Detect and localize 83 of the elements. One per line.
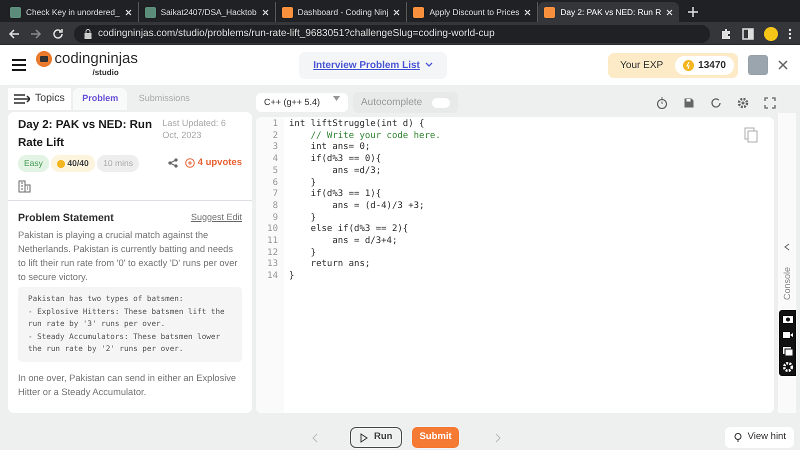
- line-number: 11: [266, 236, 278, 248]
- problem-description: In one over, Pakistan can send in either an Explosive Hitter or a Steady Accumulator.: [18, 372, 238, 399]
- code-line: if(d%3 == 0){: [310, 154, 382, 166]
- extensions-icon[interactable]: [720, 28, 732, 40]
- caret-icon: [424, 62, 433, 68]
- topics-button[interactable]: Topics: [8, 88, 71, 110]
- line-number: 4: [272, 154, 278, 166]
- logo-subtext: /studio: [92, 67, 120, 79]
- favicon-icon: [10, 6, 21, 18]
- line-number: 9: [272, 212, 278, 224]
- caret-icon: [333, 96, 340, 101]
- line-number: 6: [272, 178, 278, 190]
- favicon-icon: [144, 6, 156, 18]
- exp-badge: Your EXP 13470: [608, 52, 738, 78]
- company-icon: [18, 180, 31, 193]
- line-number: 14: [266, 271, 278, 283]
- coin-icon: [57, 160, 66, 168]
- new-tab-icon[interactable]: [687, 6, 700, 18]
- code-line: if(d%3 == 1){: [310, 189, 382, 201]
- line-number: 3: [272, 142, 278, 154]
- tag: 40/40: [51, 154, 95, 172]
- upvote-icon: [185, 158, 196, 168]
- code-line: else if(d%3 == 2){: [310, 224, 410, 236]
- line-number: 5: [272, 166, 278, 178]
- timer-icon[interactable]: [656, 96, 668, 108]
- windows-icon[interactable]: [782, 345, 794, 357]
- line-number: 8: [272, 200, 278, 213]
- forward-icon[interactable]: [30, 28, 42, 40]
- save-icon[interactable]: [683, 96, 695, 108]
- view-hint-button[interactable]: View hint: [724, 427, 794, 448]
- code-line: ans = d/3+4;: [331, 236, 398, 248]
- code-line: // Write your code here.: [310, 130, 442, 142]
- problem-list-dropdown[interactable]: Interview Problem List: [299, 52, 447, 78]
- list-icon: [14, 94, 30, 104]
- fullscreen-icon[interactable]: [764, 96, 776, 108]
- camera-icon[interactable]: [782, 313, 794, 325]
- suggest-edit-link[interactable]: Suggest Edit: [190, 210, 242, 226]
- address-bar[interactable]: codingninjas.com/studio/problems/run-rate-lift_9683051?challengeSlug=coding-world-cup: [74, 24, 710, 42]
- video-icon[interactable]: [782, 329, 794, 341]
- sidebar-icon[interactable]: [742, 28, 754, 40]
- line-number: 13: [266, 259, 278, 272]
- code-line: int liftStruggle(int d) {: [289, 119, 426, 131]
- logo-text: codingninjas: [54, 51, 138, 67]
- play-icon: [360, 432, 368, 442]
- reset-icon[interactable]: [710, 96, 722, 108]
- logo-icon: [36, 51, 52, 67]
- line-number: 10: [266, 224, 278, 236]
- code-line: }: [310, 248, 318, 260]
- favicon-icon: [413, 6, 424, 18]
- problem-description: Pakistan is playing a crucial match against the Netherlands. Pakistan is currently batting and needs to lift their run rate from '0' to exactly 'D' runs per over to secure victory.: [18, 228, 238, 284]
- share-icon[interactable]: [168, 158, 178, 168]
- menu-icon[interactable]: [12, 59, 26, 71]
- problem-title: Day 2: PAK vs NED: Run Rate Lift: [18, 118, 153, 151]
- code-line: ans = (d-4)/3 +3;: [331, 200, 426, 213]
- tag: 10 mins: [97, 154, 139, 172]
- run-button[interactable]: Run: [350, 427, 402, 448]
- close-icon[interactable]: [778, 60, 788, 70]
- coin-icon: [683, 60, 694, 70]
- line-number: 1: [272, 119, 278, 131]
- language-dropdown[interactable]: C++ (g++ 5.4): [256, 92, 348, 112]
- lock-icon: [84, 28, 92, 38]
- line-number: 7: [272, 189, 278, 201]
- code-line: return ans;: [310, 259, 372, 272]
- tag: Easy: [18, 154, 49, 172]
- reload-icon[interactable]: [52, 28, 64, 40]
- browser-tab[interactable]: Day 2: PAK vs NED: Run R: [538, 2, 680, 22]
- code-line: ans =d/3;: [331, 166, 382, 178]
- code-line: }: [289, 271, 296, 283]
- back-icon[interactable]: [8, 28, 20, 40]
- code-line: }: [310, 178, 318, 189]
- chevron-left-icon[interactable]: [784, 243, 790, 251]
- problem-tab[interactable]: Problem: [73, 88, 128, 110]
- line-number: 2: [272, 130, 278, 142]
- favicon-icon: [544, 6, 556, 18]
- favicon-icon: [282, 6, 293, 18]
- lightbulb-icon: [732, 432, 743, 443]
- menu-icon[interactable]: [788, 28, 792, 40]
- last-updated-text: Last Updated: 6 Oct, 2023: [162, 116, 227, 142]
- section-heading: Problem Statement: [18, 210, 114, 226]
- line-number: 12: [266, 248, 278, 259]
- code-line: }: [310, 212, 318, 224]
- profile-avatar-icon[interactable]: [764, 26, 778, 40]
- code-line: int ans= 0;: [310, 142, 372, 154]
